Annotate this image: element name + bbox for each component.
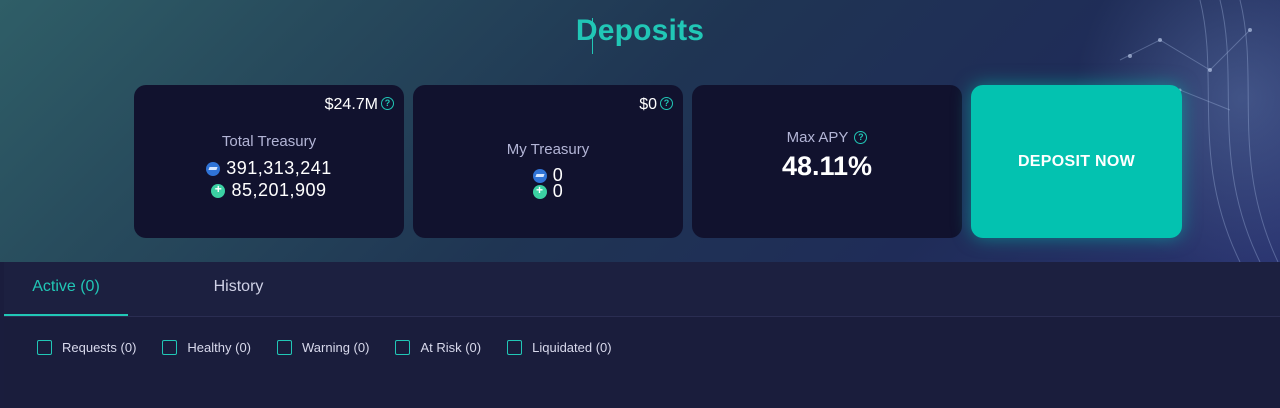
total-treasury-label: Total Treasury: [221, 133, 317, 150]
max-apy-card: Max APY ? 48.11%: [692, 85, 962, 238]
page-title: Deposits: [575, 14, 705, 47]
at-risk-checkbox[interactable]: [395, 339, 411, 355]
filter-label: At Risk (0): [420, 339, 482, 355]
max-apy-label-row: Max APY ?: [692, 129, 962, 146]
requests-checkbox[interactable]: [37, 339, 52, 355]
help-circle-icon[interactable]: ?: [381, 97, 394, 110]
healthy-checkbox[interactable]: [162, 339, 178, 355]
total-treasury-token-b-row: 85,201,909: [134, 180, 404, 201]
filter-warning[interactable]: Warning (0): [277, 339, 370, 355]
my-treasury-token-b-row: 0: [413, 181, 683, 202]
filter-healthy[interactable]: Healthy (0): [162, 339, 251, 355]
deposit-now-button[interactable]: DEPOSIT NOW: [971, 85, 1182, 238]
filter-at-risk[interactable]: At Risk (0): [395, 339, 482, 355]
token-b-icon: [211, 182, 226, 198]
max-apy-value: 48.11%: [781, 151, 873, 181]
help-circle-icon[interactable]: ?: [660, 97, 673, 110]
my-treasury-token-b-amount: 0: [552, 181, 564, 201]
token-b-icon: [532, 183, 547, 199]
token-a-icon: [206, 161, 221, 176]
filter-label: Healthy (0): [187, 339, 251, 355]
total-treasury-token-a-amount: 391,313,241: [226, 158, 332, 178]
filter-requests[interactable]: Requests (0): [37, 339, 137, 355]
total-treasury-usd: $24.7M: [324, 96, 378, 113]
tab-active[interactable]: Active (0): [4, 262, 128, 316]
deposits-panel: Active (0) History Requests (0) Healthy …: [4, 262, 1280, 408]
tab-history[interactable]: History: [186, 262, 291, 314]
my-treasury-card: $0 ? My Treasury 0 0: [413, 85, 683, 238]
filter-label: Requests (0): [62, 339, 137, 355]
total-treasury-token-a-row: 391,313,241: [134, 158, 404, 179]
status-filters: Requests (0) Healthy (0) Warning (0) At …: [37, 337, 638, 357]
total-treasury-token-b-amount: 85,201,909: [231, 180, 327, 200]
tab-bar: Active (0) History: [4, 262, 1280, 317]
help-circle-icon[interactable]: ?: [854, 131, 868, 144]
warning-checkbox[interactable]: [277, 339, 292, 355]
total-treasury-card: $24.7M ? Total Treasury 391,313,241 85,2…: [134, 85, 404, 238]
filter-label: Liquidated (0): [532, 339, 612, 355]
filter-label: Warning (0): [302, 339, 370, 355]
liquidated-checkbox[interactable]: [507, 339, 523, 355]
filter-liquidated[interactable]: Liquidated (0): [507, 339, 612, 355]
my-treasury-label: My Treasury: [506, 141, 590, 158]
max-apy-label: Max APY: [786, 129, 849, 146]
my-treasury-usd: $0: [639, 96, 657, 113]
